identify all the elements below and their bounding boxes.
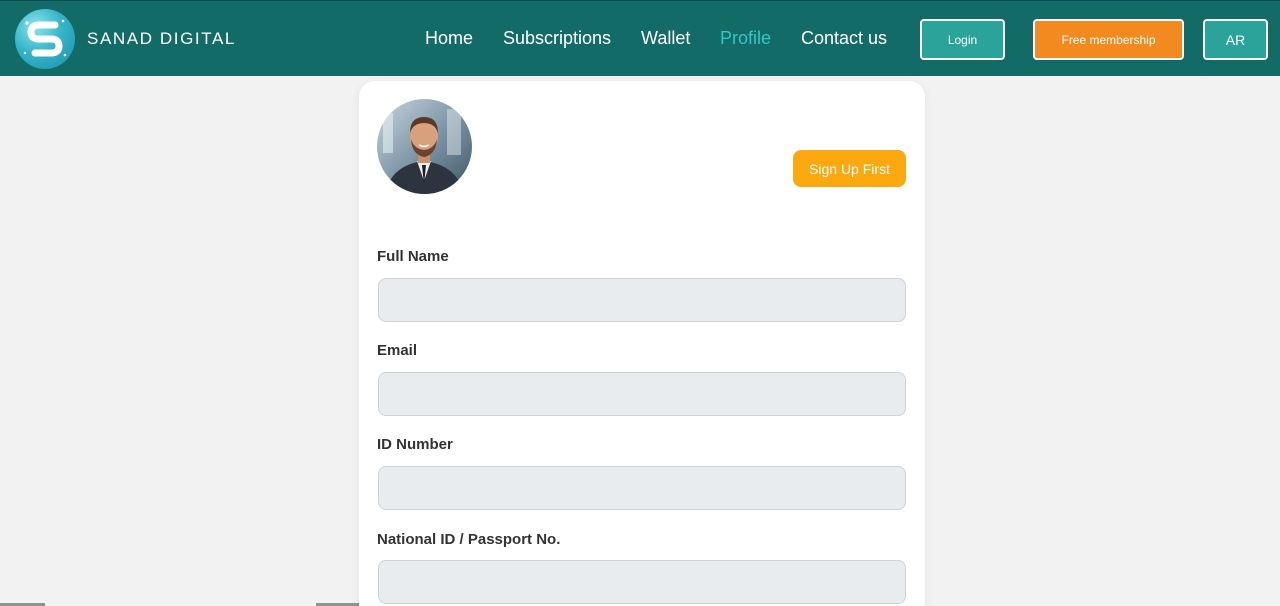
nav-contact-us[interactable]: Contact us: [801, 28, 887, 49]
nav-subscriptions[interactable]: Subscriptions: [503, 28, 611, 49]
email-input[interactable]: [378, 372, 906, 416]
id-number-input[interactable]: [378, 466, 906, 510]
s-logo-icon: [15, 9, 75, 69]
free-membership-button[interactable]: Free membership: [1033, 19, 1184, 60]
login-button[interactable]: Login: [920, 19, 1005, 60]
top-navbar: SANAD DIGITAL Home Subscriptions Wallet …: [0, 0, 1280, 76]
profile-card: Sign Up First Full Name Email ID Number …: [359, 81, 925, 606]
id-number-label: ID Number: [377, 436, 453, 453]
user-avatar: [377, 99, 472, 194]
email-label: Email: [377, 342, 418, 359]
national-id-passport-input[interactable]: [378, 560, 906, 604]
nav-home[interactable]: Home: [425, 28, 473, 49]
brand-name: SANAD DIGITAL: [87, 29, 236, 48]
nav-profile[interactable]: Profile: [720, 28, 771, 49]
brand-logo[interactable]: SANAD DIGITAL: [15, 9, 236, 69]
national-id-passport-label: National ID / Passport No.: [377, 531, 561, 548]
user-avatar-photo: [377, 99, 472, 194]
language-toggle-button[interactable]: AR: [1203, 19, 1268, 60]
nav-wallet[interactable]: Wallet: [641, 28, 690, 49]
full-name-label: Full Name: [377, 248, 449, 265]
sign-up-first-button[interactable]: Sign Up First: [793, 150, 906, 187]
full-name-input[interactable]: [378, 278, 906, 322]
